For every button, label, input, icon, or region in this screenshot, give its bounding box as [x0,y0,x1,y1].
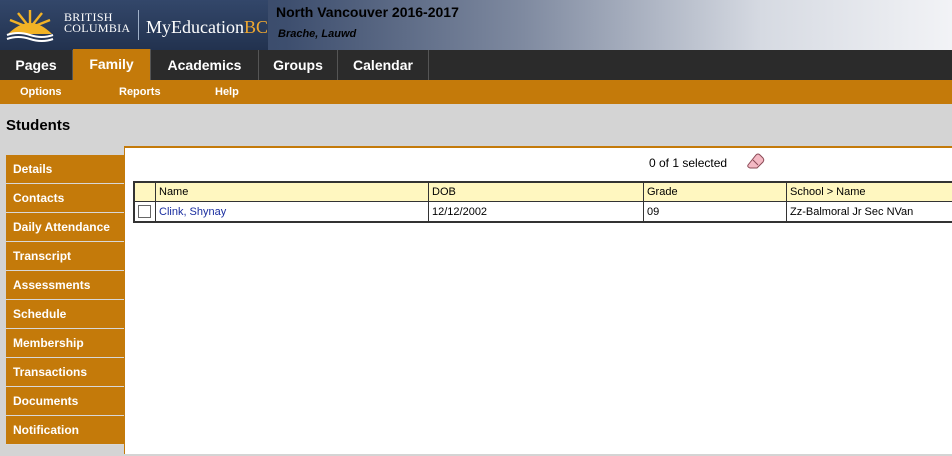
tab-calendar[interactable]: Calendar [338,50,429,80]
side-item-notification[interactable]: Notification [6,416,125,445]
column-header-dob[interactable]: DOB [428,181,644,202]
sub-nav: Options Reports Help [0,80,952,104]
page-title: Students [6,117,71,134]
student-name-link[interactable]: Clink, Shynay [159,206,226,218]
row-select-cell [133,201,156,223]
students-table: Name DOB Grade School > Name Clink, Shyn… [133,181,952,223]
logo-area[interactable]: BRITISH COLUMBIA MyEducationBC [0,0,268,50]
side-item-daily-attendance[interactable]: Daily Attendance [6,213,125,242]
app-header: BRITISH COLUMBIA MyEducationBC North Van… [0,0,952,50]
side-menu: Details Contacts Daily Attendance Transc… [6,155,125,445]
side-item-transactions[interactable]: Transactions [6,358,125,387]
side-item-contacts[interactable]: Contacts [6,184,125,213]
tab-academics[interactable]: Academics [151,50,259,80]
column-header-school-name[interactable]: School > Name [786,181,952,202]
table-header-row: Name DOB Grade School > Name [133,181,952,202]
top-nav: Pages Family Academics Groups Calendar [0,49,952,80]
cell-school-name: Zz-Balmoral Jr Sec NVan [786,201,952,223]
row-checkbox[interactable] [138,205,151,218]
cell-dob: 12/12/2002 [428,201,644,223]
app-name-main: MyEducation [146,17,244,37]
cell-name: Clink, Shynay [155,201,429,223]
logo-divider [138,10,139,40]
user-name: Brache, Lauwd [278,28,357,40]
tab-pages[interactable]: Pages [0,50,73,80]
bc-sunrise-logo-icon [6,10,54,42]
subnav-reports[interactable]: Reports [119,80,161,104]
side-item-schedule[interactable]: Schedule [6,300,125,329]
side-item-details[interactable]: Details [6,155,125,184]
cell-grade: 09 [643,201,787,223]
tab-groups[interactable]: Groups [259,50,338,80]
select-column-header [133,181,156,202]
subnav-options[interactable]: Options [20,80,62,104]
subnav-help[interactable]: Help [215,80,239,104]
bc-line2: COLUMBIA [64,21,131,35]
side-item-membership[interactable]: Membership [6,329,125,358]
app-name: MyEducationBC [146,17,268,37]
tab-family[interactable]: Family [73,49,151,80]
selection-count: 0 of 1 selected [649,156,728,170]
bc-wordmark: BRITISH COLUMBIA [64,11,131,35]
eraser-icon[interactable] [745,153,765,169]
column-header-name[interactable]: Name [155,181,429,202]
app-name-bc: BC [243,17,268,37]
side-item-transcript[interactable]: Transcript [6,242,125,271]
school-year-title: North Vancouver 2016-2017 [276,4,459,20]
side-item-assessments[interactable]: Assessments [6,271,125,300]
students-list-panel: 0 of 1 selected Name DOB Grade School > … [124,146,952,454]
table-row: Clink, Shynay 12/12/2002 09 Zz-Balmoral … [133,201,952,223]
side-item-documents[interactable]: Documents [6,387,125,416]
column-header-grade[interactable]: Grade [643,181,787,202]
